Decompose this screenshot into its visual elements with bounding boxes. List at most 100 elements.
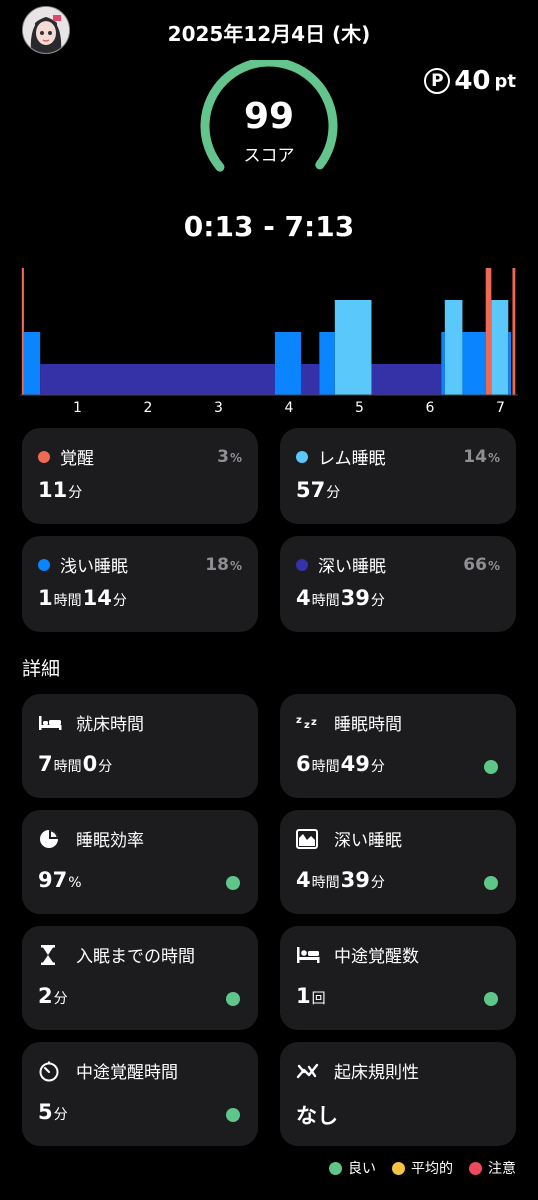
stage-duration: 11分 [38, 478, 83, 502]
value-unit: 分 [53, 991, 68, 1007]
value-number: 7 [38, 752, 53, 776]
value-number: なし [296, 1104, 338, 1128]
hypnogram-segment-deep [40, 364, 275, 395]
hypnogram-segment-light [462, 332, 486, 395]
status-indicator-good [226, 1108, 240, 1122]
legend-dot [392, 1161, 405, 1175]
sleep-time-range: 0:13 - 7:13 [183, 210, 355, 243]
value-number: 4 [296, 586, 311, 610]
stage-duration: 57分 [296, 478, 341, 502]
value-number: 6 [296, 752, 311, 776]
value-unit: 時間 [311, 759, 340, 775]
legend-label: 良い [348, 1161, 376, 1177]
sleep-date: 2025年12月4日 (木) [167, 22, 371, 46]
bed-icon [38, 712, 64, 734]
stage-percent-value: 14 [463, 446, 487, 467]
detail-card-7[interactable]: 起床規則性 なし [280, 1042, 516, 1146]
value-unit: 時間 [311, 875, 340, 891]
stage-percent-value: 66 [463, 554, 487, 575]
detail-card-2[interactable]: 睡眠効率 97% [22, 810, 258, 914]
hypnogram-segment-deep [300, 364, 320, 395]
stage-card-1[interactable]: レム睡眠 14% 57分 [280, 428, 516, 524]
hypnogram-tick-label: 3 [214, 400, 223, 416]
value-number: 0 [82, 752, 98, 776]
value-number: 57 [296, 478, 326, 502]
detail-value: 2分 [38, 984, 69, 1008]
hypnogram-segment-awake [21, 268, 24, 395]
detail-value: 1回 [296, 984, 327, 1008]
zzz-icon: zzz [296, 712, 322, 734]
stage-percent: 18% [205, 555, 242, 575]
hypnogram-segment-light [508, 332, 512, 395]
status-indicator-good [226, 992, 240, 1006]
detail-card-6[interactable]: 中途覚醒時間 5分 [22, 1042, 258, 1146]
stage-percent: 14% [463, 447, 500, 467]
value-unit: 時間 [53, 759, 82, 775]
stage-duration: 1時間14分 [38, 586, 128, 610]
value-number: 11 [38, 478, 68, 502]
details-heading: 詳細 [22, 658, 61, 680]
svg-text:z: z [304, 720, 310, 731]
hypnogram-chart[interactable]: 1 2 3 4 5 6 7 [20, 262, 518, 422]
stage-duration: 4時間39分 [296, 586, 386, 610]
detail-card-1[interactable]: zzz 睡眠時間 6時間49分 [280, 694, 516, 798]
hypnogram-tick-label: 6 [426, 400, 435, 416]
stage-percent-unit: % [229, 558, 242, 573]
detail-card-5[interactable]: 中途覚醒数 1回 [280, 926, 516, 1030]
points-unit: pt [494, 70, 517, 92]
points-display[interactable]: P 40 pt [424, 66, 516, 96]
legend-dot [329, 1161, 342, 1175]
value-unit: 分 [370, 759, 385, 775]
detail-label: 睡眠効率 [76, 831, 144, 851]
hourglass-icon [38, 944, 64, 966]
svg-text:z: z [311, 717, 317, 728]
hypnogram-tick-label: 2 [144, 400, 153, 416]
value-number: 39 [340, 868, 370, 892]
detail-value: 7時間0分 [38, 752, 113, 776]
hypnogram-segment-awake [485, 268, 492, 395]
value-number: 2 [38, 984, 53, 1008]
detail-card-3[interactable]: 深い睡眠 4時間39分 [280, 810, 516, 914]
detail-label: 深い睡眠 [334, 831, 402, 851]
detail-value: 5分 [38, 1100, 69, 1124]
hypnogram-segment-light [441, 332, 445, 395]
stage-color-dot [296, 558, 308, 571]
hypnogram-tick-label: 5 [355, 400, 364, 416]
hypnogram-segment-rem [334, 300, 372, 395]
pie-icon [38, 828, 64, 850]
value-unit: 回 [311, 991, 326, 1007]
detail-label: 起床規則性 [334, 1063, 419, 1083]
regularity-icon [296, 1060, 322, 1082]
status-indicator-good [484, 876, 498, 890]
stage-color-dot [296, 450, 308, 463]
value-number: 1 [38, 586, 53, 610]
detail-card-0[interactable]: 就床時間 7時間0分 [22, 694, 258, 798]
stage-card-0[interactable]: 覚醒 3% 11分 [22, 428, 258, 524]
stage-percent: 3% [217, 447, 242, 467]
sleep-score: 99 [243, 96, 295, 137]
value-number: 5 [38, 1100, 53, 1124]
points-value: 40 [454, 66, 491, 96]
value-number: 14 [82, 586, 112, 610]
stage-card-3[interactable]: 深い睡眠 66% 4時間39分 [280, 536, 516, 632]
stage-label: 覚醒 [60, 449, 94, 469]
hypnogram-tick-label: 7 [496, 400, 505, 416]
points-icon: P [424, 68, 451, 94]
svg-text:z: z [296, 715, 302, 726]
stage-card-2[interactable]: 浅い睡眠 18% 1時間14分 [22, 536, 258, 632]
detail-value: 4時間39分 [296, 868, 386, 892]
value-unit: 分 [326, 485, 341, 501]
detail-value: 6時間49分 [296, 752, 386, 776]
stage-percent-value: 3 [217, 446, 229, 467]
value-unit: 分 [98, 759, 113, 775]
detail-card-4[interactable]: 入眠までの時間 2分 [22, 926, 258, 1030]
status-indicator-good [226, 876, 240, 890]
legend-label: 平均的 [411, 1161, 453, 1177]
stage-percent-unit: % [487, 450, 500, 465]
legend-dot [469, 1161, 482, 1175]
deep-sleep-icon [296, 828, 322, 850]
legend-label: 注意 [488, 1161, 516, 1177]
timer-icon [38, 1060, 64, 1082]
detail-label: 入眠までの時間 [76, 947, 195, 967]
stage-percent-unit: % [229, 450, 242, 465]
